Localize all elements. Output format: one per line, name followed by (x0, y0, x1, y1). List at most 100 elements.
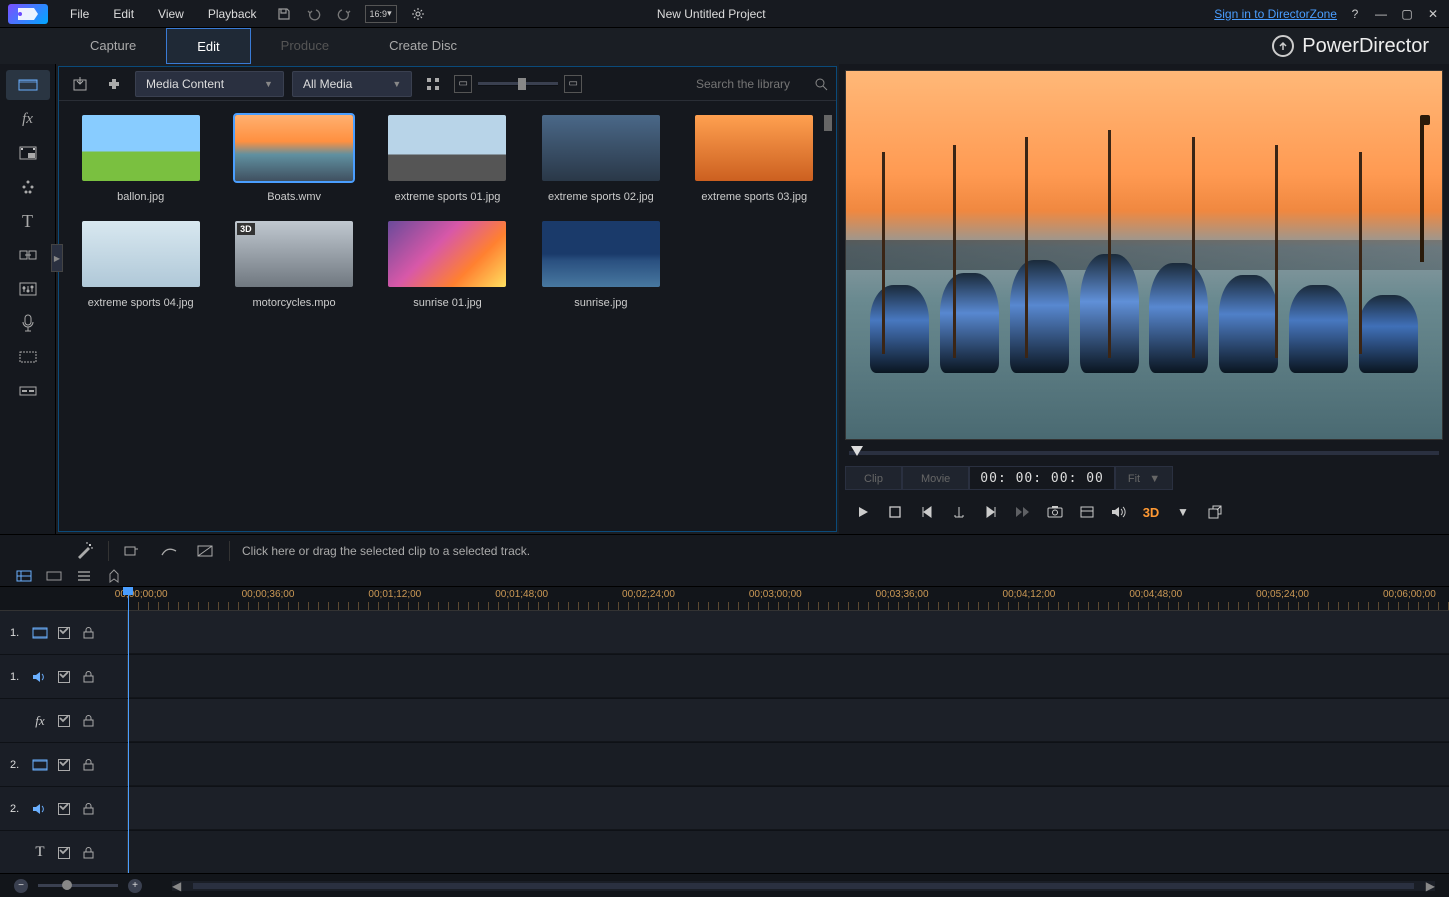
room-media-icon[interactable] (6, 70, 50, 100)
volume-icon[interactable] (1109, 502, 1129, 522)
timecode-display[interactable]: 00: 00: 00: 00 (969, 466, 1115, 490)
tab-edit[interactable]: Edit (166, 28, 250, 64)
media-clip[interactable]: 3Dmotorcycles.mpo (226, 221, 361, 309)
tab-capture[interactable]: Capture (60, 28, 166, 64)
track-lane[interactable] (128, 699, 1449, 742)
prev-frame-icon[interactable] (917, 502, 937, 522)
magic-tools-icon[interactable] (72, 539, 96, 563)
timeline-ruler[interactable]: 00;00;00;0000;00;36;0000;01;12;0000;01;4… (0, 587, 1449, 611)
track-lane[interactable] (128, 831, 1449, 873)
zoom-out-icon[interactable]: − (14, 879, 28, 893)
track-type-icon[interactable] (32, 801, 48, 817)
track-manager-icon[interactable] (74, 566, 94, 586)
track-type-icon[interactable] (32, 625, 48, 641)
track-lock-icon[interactable] (80, 801, 96, 817)
next-frame-icon[interactable] (981, 502, 1001, 522)
signin-link[interactable]: Sign in to DirectorZone (1214, 7, 1337, 21)
horizontal-scrollbar[interactable]: ◀ ▶ (172, 881, 1435, 891)
track-lock-icon[interactable] (80, 757, 96, 773)
media-clip[interactable]: Boats.wmv (226, 115, 361, 203)
step-icon[interactable] (949, 502, 969, 522)
track-visible-icon[interactable] (56, 757, 72, 773)
media-clip[interactable]: extreme sports 03.jpg (687, 115, 822, 203)
search-input[interactable] (696, 77, 806, 91)
minimize-icon[interactable]: — (1373, 6, 1389, 22)
track-lock-icon[interactable] (80, 625, 96, 641)
room-title-icon[interactable]: T (6, 206, 50, 236)
track-visible-icon[interactable] (56, 669, 72, 685)
scrollbar[interactable] (824, 115, 832, 131)
track-lane[interactable] (128, 787, 1449, 830)
media-clip[interactable]: extreme sports 01.jpg (380, 115, 515, 203)
zoom-thumb[interactable] (62, 880, 72, 890)
save-icon[interactable] (275, 5, 293, 23)
help-icon[interactable]: ? (1347, 6, 1363, 22)
stop-icon[interactable] (885, 502, 905, 522)
room-audio-mix-icon[interactable] (6, 274, 50, 304)
track-visible-icon[interactable] (56, 625, 72, 641)
aspect-ratio-selector[interactable]: 16:9 ▾ (365, 5, 397, 23)
room-transition-icon[interactable] (6, 240, 50, 270)
library-filter-dropdown[interactable]: All Media▼ (292, 71, 412, 97)
fast-forward-icon[interactable] (1013, 502, 1033, 522)
media-clip[interactable]: ballon.jpg (73, 115, 208, 203)
room-pip-icon[interactable] (6, 138, 50, 168)
slider-track[interactable] (478, 82, 558, 86)
timeline-hint[interactable]: Click here or drag the selected clip to … (242, 544, 530, 558)
track-type-icon[interactable] (32, 669, 48, 685)
dropdown-icon[interactable]: ▼ (1173, 502, 1193, 522)
thumb-size-slider[interactable]: ▭ ▭ (454, 75, 582, 93)
plugin-icon[interactable] (101, 71, 127, 97)
room-voiceover-icon[interactable] (6, 308, 50, 338)
menu-file[interactable]: File (58, 0, 101, 28)
slider-thumb[interactable] (518, 78, 526, 90)
room-particle-icon[interactable] (6, 172, 50, 202)
track-lock-icon[interactable] (80, 845, 96, 861)
preview-fit-dropdown[interactable]: Fit ▼ (1115, 466, 1173, 490)
track-visible-icon[interactable] (56, 801, 72, 817)
menu-edit[interactable]: Edit (101, 0, 146, 28)
tab-produce[interactable]: Produce (251, 28, 359, 64)
search-icon[interactable] (814, 77, 828, 91)
menu-view[interactable]: View (146, 0, 196, 28)
undo-icon[interactable] (305, 5, 323, 23)
scroll-right-icon[interactable]: ▶ (1426, 879, 1435, 893)
preview-scrubber[interactable] (845, 444, 1443, 462)
preview-mode-movie[interactable]: Movie (902, 466, 969, 490)
zoom-slider[interactable] (38, 884, 118, 887)
preview-canvas[interactable] (845, 70, 1443, 440)
track-type-icon[interactable]: fx (32, 713, 48, 729)
track-lane[interactable] (128, 655, 1449, 698)
playhead-marker[interactable] (851, 446, 863, 456)
track-lock-icon[interactable] (80, 669, 96, 685)
keyframe-icon[interactable] (121, 539, 145, 563)
undock-icon[interactable] (1205, 502, 1225, 522)
storyboard-view-icon[interactable] (44, 566, 64, 586)
track-visible-icon[interactable] (56, 845, 72, 861)
link-icon[interactable] (193, 539, 217, 563)
grid-view-icon[interactable] (420, 71, 446, 97)
settings-icon[interactable] (409, 5, 427, 23)
play-icon[interactable] (853, 502, 873, 522)
track-lane[interactable] (128, 611, 1449, 654)
preview-mode-clip[interactable]: Clip (845, 466, 902, 490)
library-content-dropdown[interactable]: Media Content▼ (135, 71, 284, 97)
menu-playback[interactable]: Playback (196, 0, 269, 28)
snapshot-icon[interactable] (1045, 502, 1065, 522)
track-view-icon[interactable] (14, 566, 34, 586)
media-clip[interactable]: sunrise 01.jpg (380, 221, 515, 309)
redo-icon[interactable] (335, 5, 353, 23)
track-type-icon[interactable] (32, 757, 48, 773)
3d-button[interactable]: 3D (1141, 502, 1161, 522)
quality-icon[interactable] (1077, 502, 1097, 522)
track-lock-icon[interactable] (80, 713, 96, 729)
media-clip[interactable]: sunrise.jpg (533, 221, 668, 309)
zoom-in-icon[interactable]: + (128, 879, 142, 893)
media-clip[interactable]: extreme sports 04.jpg (73, 221, 208, 309)
media-clip[interactable]: extreme sports 02.jpg (533, 115, 668, 203)
thumb-small-icon[interactable]: ▭ (454, 75, 472, 93)
scroll-left-icon[interactable]: ◀ (172, 879, 181, 893)
thumb-large-icon[interactable]: ▭ (564, 75, 582, 93)
track-type-icon[interactable]: T (32, 845, 48, 861)
import-icon[interactable] (67, 71, 93, 97)
